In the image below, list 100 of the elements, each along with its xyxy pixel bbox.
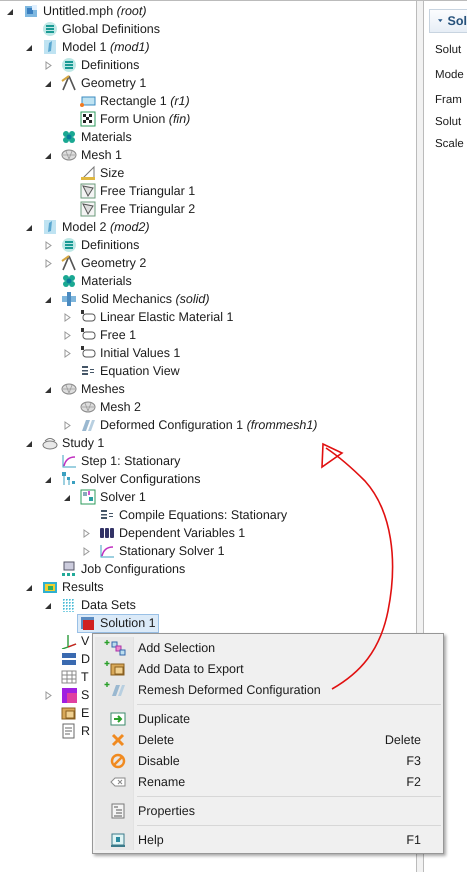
tree-item[interactable]: Mesh 1	[58, 146, 125, 164]
menu-item[interactable]: Remesh Deformed Configuration	[95, 679, 441, 700]
tree-item[interactable]: Materials	[58, 272, 135, 290]
menu-item[interactable]: Properties	[95, 800, 441, 821]
tree-item[interactable]: Deformed Configuration 1 (frommesh1)	[77, 416, 320, 434]
tree-item[interactable]: Geometry 2	[58, 254, 150, 272]
tree-item[interactable]: Geometry 1	[58, 74, 150, 92]
expanded-arrow-icon[interactable]	[44, 78, 53, 88]
solver-icon	[80, 489, 96, 505]
expanded-arrow-icon[interactable]	[44, 474, 53, 484]
number-icon	[61, 651, 77, 667]
tree-item[interactable]: Form Union (fin)	[77, 110, 194, 128]
add-selection-icon	[104, 638, 128, 656]
tree-item[interactable]: V	[58, 632, 92, 650]
menu-item[interactable]: Add Selection	[95, 637, 441, 658]
tree-item[interactable]: Study 1	[39, 434, 108, 452]
tree-item[interactable]: D	[58, 650, 94, 668]
tree-item[interactable]: Size	[77, 164, 128, 182]
expanded-arrow-icon[interactable]	[44, 150, 53, 160]
tree-item[interactable]: Materials	[58, 128, 135, 146]
tree-item[interactable]: Definitions	[58, 236, 142, 254]
ruler-icon	[80, 165, 96, 181]
tree-item[interactable]: Step 1: Stationary	[58, 452, 184, 470]
mesh-icon	[80, 399, 96, 415]
tree-item[interactable]: Model 1 (mod1)	[39, 38, 153, 56]
study-icon	[42, 435, 58, 451]
axes-icon	[61, 633, 77, 649]
tree-item[interactable]: Data Sets	[58, 596, 139, 614]
field-label: Scale	[434, 138, 465, 150]
tree-item[interactable]: Compile Equations: Stationary	[96, 506, 290, 524]
menu-item[interactable]: Help F1	[95, 829, 441, 850]
tree-item[interactable]: R	[58, 722, 94, 740]
tree-item[interactable]: Linear Elastic Material 1	[77, 308, 236, 326]
tree-item[interactable]: T	[58, 668, 92, 686]
collapsed-arrow-icon[interactable]	[82, 528, 91, 538]
cube-icon	[23, 3, 39, 19]
expanded-arrow-icon[interactable]	[44, 600, 53, 610]
list-icon	[61, 237, 77, 253]
molecule-icon	[61, 129, 77, 145]
tree-item[interactable]: Stationary Solver 1	[96, 542, 228, 560]
tree-item[interactable]: Initial Values 1	[77, 344, 184, 362]
tree-item[interactable]: Free Triangular 1	[77, 182, 198, 200]
collapsed-arrow-icon[interactable]	[82, 546, 91, 556]
tree-item[interactable]: Solution 1	[77, 614, 159, 632]
tree-item[interactable]: Solid Mechanics (solid)	[58, 290, 213, 308]
results-icon	[42, 579, 58, 595]
expanded-arrow-icon[interactable]	[25, 222, 34, 232]
collapsed-arrow-icon[interactable]	[63, 420, 72, 430]
panel-icon	[42, 219, 58, 235]
tree-item[interactable]: Model 2 (mod2)	[39, 218, 153, 236]
curve-icon	[61, 453, 77, 469]
tree-item[interactable]: Free 1	[77, 326, 140, 344]
compass-icon	[61, 255, 77, 271]
expanded-arrow-icon[interactable]	[25, 438, 34, 448]
tree-item[interactable]: Meshes	[58, 380, 128, 398]
tree-item[interactable]: Solver 1	[77, 488, 149, 506]
menu-item[interactable]: Disable F3	[95, 750, 441, 771]
expanded-arrow-icon[interactable]	[25, 42, 34, 52]
menu-item[interactable]: Duplicate	[95, 708, 441, 729]
menu-item[interactable]: Add Data to Export	[95, 658, 441, 679]
plot-icon	[61, 687, 77, 703]
collapsed-arrow-icon[interactable]	[63, 312, 72, 322]
expanded-arrow-icon[interactable]	[44, 294, 53, 304]
mesh-icon	[61, 147, 77, 163]
tree-item[interactable]: Untitled.mph (root)	[20, 2, 150, 20]
solution-icon	[80, 615, 96, 631]
tree-item[interactable]: Definitions	[58, 56, 142, 74]
variables-icon	[99, 525, 115, 541]
collapsed-arrow-icon[interactable]	[44, 258, 53, 268]
expanded-arrow-icon[interactable]	[63, 492, 72, 502]
section-header[interactable]: Sol	[429, 9, 467, 33]
collapsed-arrow-icon[interactable]	[63, 330, 72, 340]
tree-item[interactable]: Solver Configurations	[58, 470, 204, 488]
tree-item[interactable]: Results	[39, 578, 107, 596]
tree-item[interactable]: Rectangle 1 (r1)	[77, 92, 193, 110]
field-label: Solut	[434, 116, 462, 128]
compass-icon	[61, 75, 77, 91]
tree-item[interactable]: Global Definitions	[39, 20, 163, 38]
expanded-arrow-icon[interactable]	[44, 384, 53, 394]
caret-icon	[438, 18, 443, 24]
beam-icon	[61, 291, 77, 307]
tree-item[interactable]: S	[58, 686, 92, 704]
expanded-arrow-icon[interactable]	[6, 6, 15, 16]
collapsed-arrow-icon[interactable]	[63, 348, 72, 358]
tree-item[interactable]: Job Configurations	[58, 560, 188, 578]
tree-item[interactable]: Dependent Variables 1	[96, 524, 248, 542]
computer-icon	[61, 561, 77, 577]
tree-item[interactable]: E	[58, 704, 92, 722]
tree-item[interactable]: Free Triangular 2	[77, 200, 198, 218]
collapsed-arrow-icon[interactable]	[44, 240, 53, 250]
field-label: Mode	[434, 69, 465, 81]
table-icon	[61, 669, 77, 685]
collapsed-arrow-icon[interactable]	[44, 690, 53, 700]
collapsed-arrow-icon[interactable]	[44, 60, 53, 70]
tree-item[interactable]: Mesh 2	[77, 398, 144, 416]
expanded-arrow-icon[interactable]	[25, 582, 34, 592]
tree-item[interactable]: Equation View	[77, 362, 183, 380]
menu-item[interactable]: Delete Delete	[95, 729, 441, 750]
add-deformed-icon	[104, 680, 128, 698]
menu-item[interactable]: Rename F2	[95, 771, 441, 792]
